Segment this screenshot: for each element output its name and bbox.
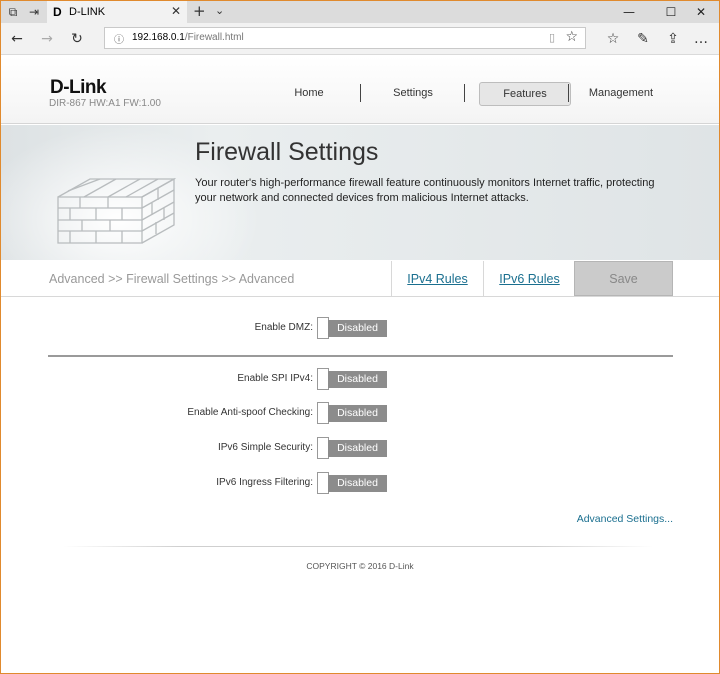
- setting-row-ipv6-security: IPv6 Simple Security: Disabled: [1, 437, 719, 459]
- dmz-label: Enable DMZ:: [254, 322, 313, 333]
- menu-separator: [568, 84, 569, 102]
- footer-divider: [63, 546, 653, 547]
- close-tab-icon[interactable]: ✕: [171, 4, 181, 18]
- menu-management[interactable]: Management: [575, 82, 667, 106]
- tab-bar: ⧉ ⇥ D D-LINK ✕ + ⌄ — ☐ ✕: [1, 1, 719, 23]
- antispoof-label: Enable Anti-spoof Checking:: [187, 407, 313, 418]
- setting-row-dmz: Enable DMZ: Disabled: [1, 317, 719, 339]
- breadcrumb: Advanced >> Firewall Settings >> Advance…: [49, 272, 295, 286]
- setting-row-ipv6-ingress: IPv6 Ingress Filtering: Disabled: [1, 472, 719, 494]
- dlink-favicon-icon: D: [53, 5, 62, 19]
- section-divider: [48, 355, 673, 357]
- new-tab-icon[interactable]: +: [193, 2, 206, 20]
- favorite-star-icon[interactable]: ☆: [565, 29, 578, 45]
- info-icon[interactable]: ⓘ: [114, 31, 124, 46]
- firewall-brick-icon: [57, 177, 176, 244]
- dmz-toggle[interactable]: Disabled: [317, 317, 387, 339]
- browser-tab[interactable]: D D-LINK ✕: [47, 1, 187, 23]
- page-description: Your router's high-performance firewall …: [195, 177, 655, 204]
- spi-label: Enable SPI IPv4:: [237, 373, 313, 384]
- dlink-logo[interactable]: D-Link: [50, 77, 107, 99]
- web-note-icon[interactable]: ✎: [633, 29, 653, 49]
- feature-banner: Firewall Settings Your router's high-per…: [1, 125, 719, 260]
- toggle-state[interactable]: Disabled: [328, 371, 387, 388]
- minimize-icon[interactable]: —: [611, 1, 647, 23]
- more-menu-icon[interactable]: …: [691, 29, 711, 49]
- menu-separator: [360, 84, 361, 102]
- toggle-state[interactable]: Disabled: [328, 405, 387, 422]
- back-arrow-icon[interactable]: ←: [7, 29, 27, 49]
- setting-row-spi: Enable SPI IPv4: Disabled: [1, 368, 719, 390]
- close-window-icon[interactable]: ✕: [683, 1, 719, 23]
- ipv4-rules-link[interactable]: IPv4 Rules: [391, 261, 483, 297]
- save-button[interactable]: Save: [574, 261, 673, 296]
- navigation-bar: ← → ↻ ⓘ 192.168.0.1/Firewall.html ▯ ☆ ☆ …: [1, 23, 719, 55]
- reading-view-icon[interactable]: ▯: [549, 31, 555, 44]
- favorites-hub-icon[interactable]: ☆: [603, 29, 623, 49]
- ipv6-ingress-toggle[interactable]: Disabled: [317, 472, 387, 494]
- refresh-icon[interactable]: ↻: [67, 29, 87, 49]
- address-bar[interactable]: ⓘ 192.168.0.1/Firewall.html ▯ ☆: [104, 27, 586, 49]
- model-info: DIR-867 HW:A1 FW:1.00: [49, 98, 161, 109]
- menu-home[interactable]: Home: [263, 82, 355, 106]
- page-title: Firewall Settings: [195, 138, 379, 166]
- toggle-state[interactable]: Disabled: [328, 440, 387, 457]
- menu-features[interactable]: Features: [479, 82, 571, 106]
- menu-separator: [464, 84, 465, 102]
- toggle-state[interactable]: Disabled: [328, 475, 387, 492]
- url-path: /Firewall.html: [184, 32, 244, 43]
- chevron-down-icon[interactable]: ⌄: [215, 4, 224, 17]
- ipv6-security-toggle[interactable]: Disabled: [317, 437, 387, 459]
- address-url[interactable]: 192.168.0.1/Firewall.html: [132, 32, 244, 43]
- ipv6-rules-link[interactable]: IPv6 Rules: [483, 261, 575, 297]
- setting-row-antispoof: Enable Anti-spoof Checking: Disabled: [1, 402, 719, 424]
- tab-preview-icon[interactable]: ⧉: [6, 5, 20, 19]
- sub-navigation-bar: Advanced >> Firewall Settings >> Advance…: [1, 261, 719, 297]
- router-page: D-Link DIR-867 HW:A1 FW:1.00 Home Settin…: [1, 56, 719, 673]
- spi-toggle[interactable]: Disabled: [317, 368, 387, 390]
- set-aside-tabs-icon[interactable]: ⇥: [27, 5, 41, 19]
- copyright-text: COPYRIGHT © 2016 D-Link: [306, 561, 414, 571]
- antispoof-toggle[interactable]: Disabled: [317, 402, 387, 424]
- url-host: 192.168.0.1: [132, 32, 185, 43]
- page-header: D-Link DIR-867 HW:A1 FW:1.00 Home Settin…: [1, 56, 719, 124]
- ipv6-security-label: IPv6 Simple Security:: [217, 442, 313, 453]
- ipv6-ingress-label: IPv6 Ingress Filtering:: [216, 477, 313, 488]
- share-icon[interactable]: ⇪: [663, 29, 683, 49]
- toggle-state[interactable]: Disabled: [328, 320, 387, 337]
- browser-window: ⧉ ⇥ D D-LINK ✕ + ⌄ — ☐ ✕ ← → ↻ ⓘ 192.168…: [0, 0, 720, 674]
- advanced-settings-link[interactable]: Advanced Settings...: [577, 513, 673, 525]
- tab-title: D-LINK: [69, 6, 106, 18]
- forward-arrow-icon[interactable]: →: [37, 29, 57, 49]
- menu-settings[interactable]: Settings: [367, 82, 459, 106]
